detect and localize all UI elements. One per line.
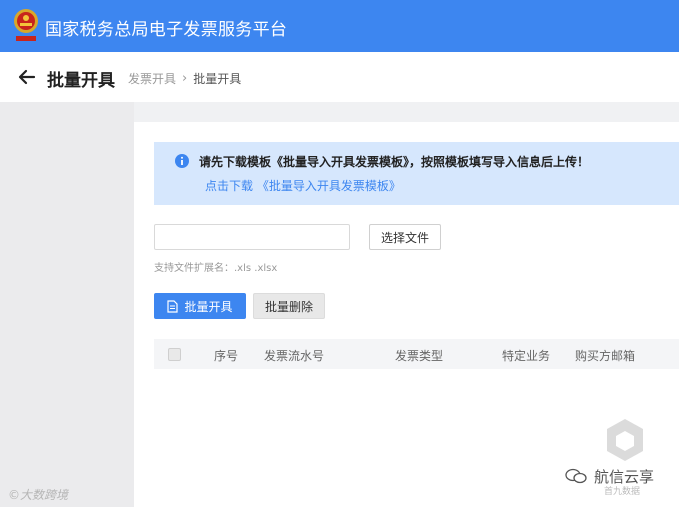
column-header: 序号: [214, 349, 239, 363]
arrow-left-icon[interactable]: [16, 66, 38, 88]
wechat-icon: [565, 468, 587, 484]
batch-issue-label: 批量开具: [184, 299, 233, 314]
cube-watermark-icon: [607, 419, 643, 461]
column-header: 特定业务: [502, 349, 551, 363]
column-header: 发票类型: [395, 349, 444, 363]
select-all-checkbox[interactable]: [168, 348, 181, 361]
download-template-link[interactable]: 点击下载 《批量导入开具发票模板》: [205, 177, 401, 194]
file-extension-hint: 支持文件扩展名：.xls .xlsx: [154, 263, 278, 274]
notice-banner: 请先下载模板《批量导入开具发票模板》，按照模板填写导入信息后上传！ 点击下载 《…: [154, 142, 679, 205]
table-header: 序号 发票流水号 发票类型 特定业务 购买方邮箱: [154, 339, 679, 369]
file-path-input[interactable]: [154, 224, 350, 250]
left-panel: [0, 102, 134, 507]
breadcrumb-separator: ›: [182, 71, 188, 86]
page-title: 批量开具: [47, 71, 115, 91]
batch-delete-button[interactable]: 批量删除: [253, 293, 325, 319]
left-watermark: ©大数跨境: [8, 488, 69, 502]
notice-text: 请先下载模板《批量导入开具发票模板》，按照模板填写导入信息后上传！: [199, 155, 590, 169]
national-emblem-icon: [14, 9, 38, 41]
batch-issue-button[interactable]: 批量开具: [154, 293, 246, 319]
app-title: 国家税务总局电子发票服务平台: [45, 20, 288, 40]
breadcrumb-parent[interactable]: 发票开具: [128, 70, 176, 87]
main-content: 请先下载模板《批量导入开具发票模板》，按照模板填写导入信息后上传！ 点击下载 《…: [134, 122, 679, 507]
top-bar: 国家税务总局电子发票服务平台: [0, 0, 679, 52]
info-icon: [175, 154, 189, 168]
source-watermark: 首九数据: [604, 487, 641, 497]
column-header: 发票流水号: [264, 349, 325, 363]
page-header: 批量开具 发票开具 › 批量开具: [0, 52, 679, 102]
column-header: 购买方邮箱: [575, 349, 636, 363]
choose-file-button[interactable]: 选择文件: [369, 224, 441, 250]
breadcrumb: 发票开具 › 批量开具: [128, 70, 241, 87]
breadcrumb-current: 批量开具: [193, 72, 242, 86]
document-icon: [167, 299, 179, 313]
